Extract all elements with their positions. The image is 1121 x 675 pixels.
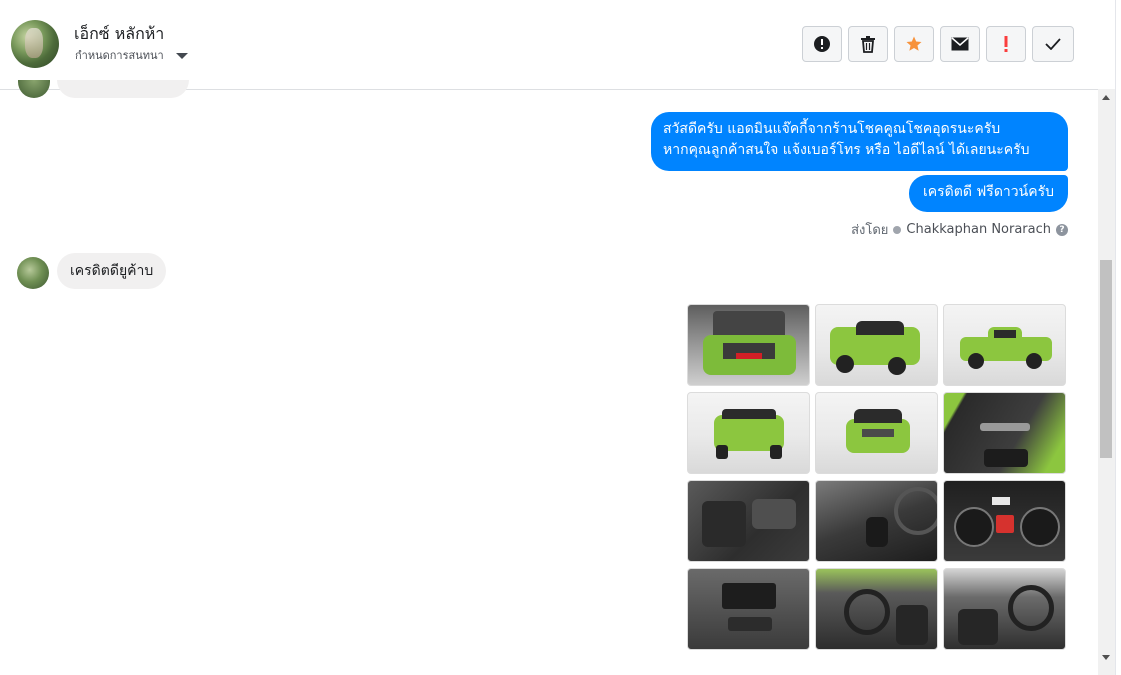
previous-message-bubble — [57, 80, 189, 98]
star-icon — [906, 36, 922, 51]
contact-avatar-small[interactable] — [17, 257, 49, 289]
truck-front-angle-photo[interactable] — [815, 304, 938, 386]
cabin-driver-photo[interactable] — [943, 568, 1066, 650]
delete-button[interactable] — [848, 26, 888, 62]
star-button[interactable] — [894, 26, 934, 62]
gear-shifter-photo[interactable] — [815, 480, 938, 562]
outgoing-message-bubble[interactable]: สวัสดีครับ แอดมินแจ๊คกี้จากร้านโชคคูณโชค… — [651, 112, 1068, 171]
scrollbar-thumb[interactable] — [1100, 260, 1112, 458]
alert-circle-icon — [814, 36, 830, 52]
conversation-header: เอ็กซ์ หลักห้า กำหนดการสนทนา — [0, 0, 1115, 90]
center-console-photo[interactable] — [687, 568, 810, 650]
conversation-options-label: กำหนดการสนทนา — [75, 49, 164, 62]
truck-side-photo[interactable] — [943, 304, 1066, 386]
caret-down-icon — [175, 53, 188, 59]
rear-seat-photo[interactable] — [687, 480, 810, 562]
previous-avatar — [18, 80, 50, 98]
message-text: สวัสดีครับ แอดมินแจ๊คกี้จากร้านโชคคูณโชค… — [663, 121, 1001, 137]
conversation-options-dropdown[interactable]: กำหนดการสนทนา — [75, 46, 188, 64]
check-icon — [1045, 38, 1061, 50]
messages-scrollbar[interactable] — [1098, 89, 1115, 675]
contact-avatar[interactable] — [11, 20, 59, 68]
instrument-cluster-photo[interactable] — [943, 480, 1066, 562]
truck-rear-photo[interactable] — [687, 392, 810, 474]
message-text: เครดิตดี ฟรีดาวน์ครับ — [923, 184, 1054, 200]
done-button[interactable] — [1032, 26, 1074, 62]
door-panel-photo[interactable] — [943, 392, 1066, 474]
outgoing-message-bubble[interactable]: เครดิตดี ฟรีดาวน์ครับ — [909, 175, 1068, 212]
incoming-message-bubble[interactable]: เครดิตดียูค้าบ — [57, 253, 167, 289]
exclamation-icon — [1004, 36, 1008, 52]
scroll-up-arrow-icon[interactable] — [1102, 95, 1110, 100]
cabin-front-photo[interactable] — [815, 568, 938, 650]
help-icon[interactable]: ? — [1056, 223, 1068, 236]
scroll-down-arrow-icon[interactable] — [1102, 655, 1110, 660]
trash-icon — [861, 35, 875, 53]
verified-badge-icon — [893, 225, 902, 234]
header-actions — [802, 26, 1074, 62]
photo-attachments-grid — [687, 304, 1067, 650]
sent-by-label: ส่งโดย — [851, 223, 889, 238]
sent-by-info: ส่งโดย Chakkaphan Norarach ? — [851, 219, 1068, 240]
contact-name[interactable]: เอ็กซ์ หลักห้า — [74, 22, 164, 47]
envelope-icon — [951, 37, 969, 51]
sender-name[interactable]: Chakkaphan Norarach — [906, 222, 1051, 237]
truck-front-photo[interactable] — [815, 392, 938, 474]
message-text: เครดิตดียูค้าบ — [70, 263, 154, 279]
spam-button[interactable] — [986, 26, 1026, 62]
report-button[interactable] — [802, 26, 842, 62]
window-edge — [1115, 0, 1121, 675]
message-text: หากคุณลูกค้าสนใจ แจ้งเบอร์โทร หรือ ไอดีไ… — [663, 142, 1030, 158]
engine-bay-photo[interactable] — [687, 304, 810, 386]
mark-unread-button[interactable] — [940, 26, 980, 62]
